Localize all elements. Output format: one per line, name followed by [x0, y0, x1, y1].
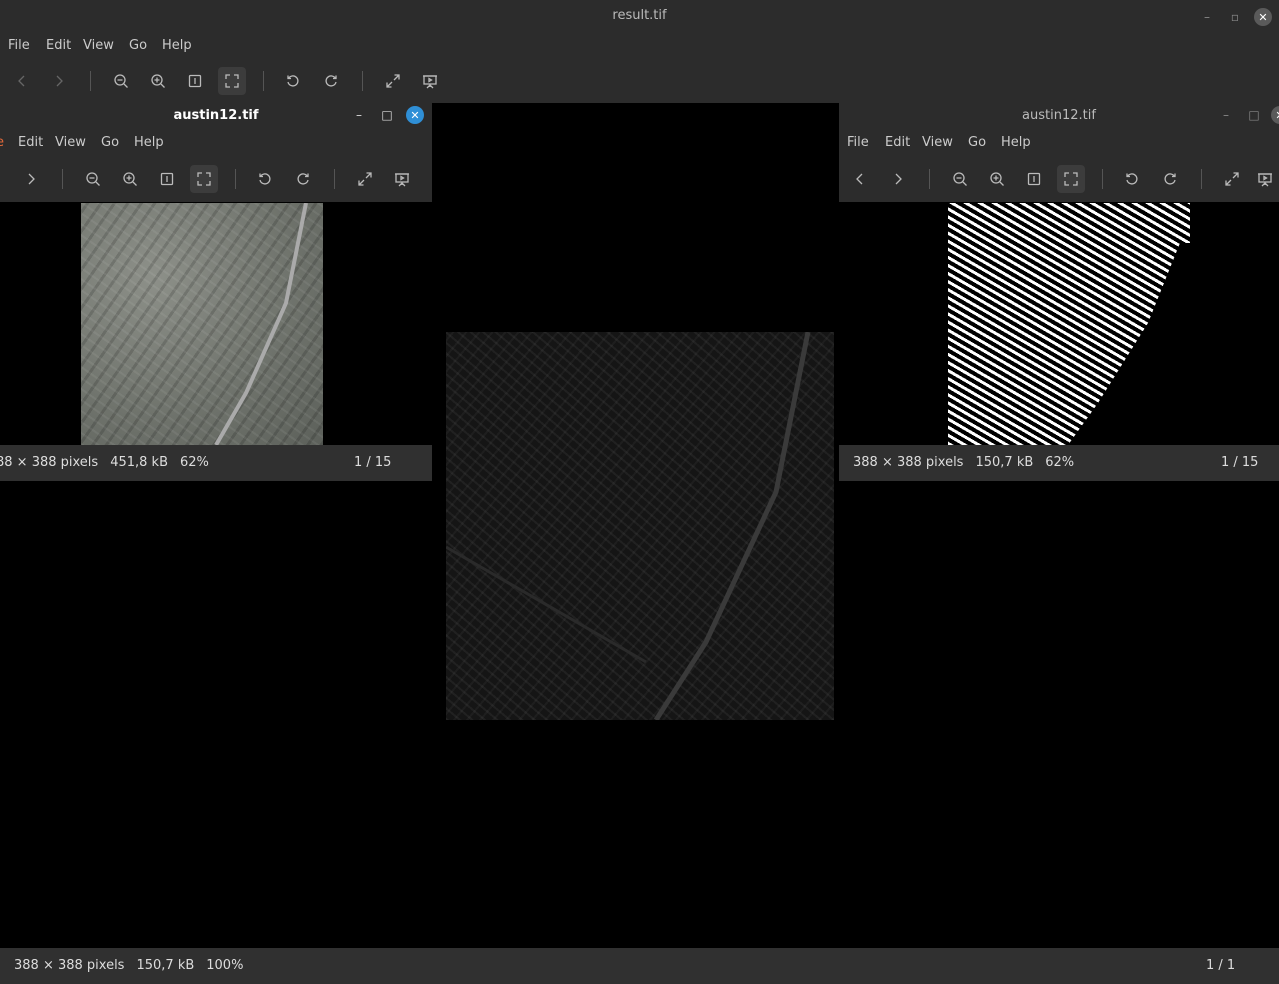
- menu-file-partial[interactable]: e: [0, 135, 4, 150]
- menu-help[interactable]: Help: [162, 38, 192, 53]
- toolbar-divider: [1102, 169, 1103, 189]
- road-line: [446, 332, 811, 720]
- mask-road: [1068, 243, 1190, 445]
- menu-help[interactable]: Help: [1001, 135, 1031, 150]
- menu-go[interactable]: Go: [968, 135, 986, 150]
- status-filesize: 150,7 kB: [975, 455, 1034, 470]
- zoom-out-icon[interactable]: [946, 165, 974, 193]
- best-fit-icon[interactable]: [190, 165, 218, 193]
- status-dimensions: 388 × 388 pixels: [14, 958, 125, 973]
- right-toolbar: [839, 157, 1279, 202]
- main-toolbar: [0, 59, 1279, 103]
- chevron-right-icon[interactable]: [45, 67, 73, 95]
- toolbar-divider: [929, 169, 930, 189]
- right-menubar: File Edit View Go Help: [839, 130, 1279, 157]
- maximize-button[interactable]: □: [1243, 104, 1265, 126]
- menu-go[interactable]: Go: [101, 135, 119, 150]
- toolbar-divider: [235, 169, 236, 189]
- menu-view[interactable]: View: [55, 135, 86, 150]
- status-zoom: 62%: [179, 455, 209, 470]
- restore-button[interactable]: ▫: [1224, 6, 1246, 28]
- menu-view[interactable]: View: [922, 135, 953, 150]
- left-statusbar: 88 × 388 pixels 451,8 kB 62% 1 / 15: [0, 445, 432, 481]
- status-info: 388 × 388 pixels 150,7 kB 62%: [853, 455, 1086, 470]
- menu-file[interactable]: File: [8, 38, 30, 53]
- status-page-counter: 1 / 1: [1206, 958, 1236, 973]
- status-filesize: 150,7 kB: [136, 958, 195, 973]
- rotate-right-icon[interactable]: [289, 165, 317, 193]
- menu-go[interactable]: Go: [129, 38, 147, 53]
- zoom-out-icon[interactable]: [79, 165, 107, 193]
- original-size-icon[interactable]: [153, 165, 181, 193]
- fullscreen-icon[interactable]: [379, 67, 407, 95]
- zoom-in-icon[interactable]: [983, 165, 1011, 193]
- minimize-button[interactable]: –: [348, 104, 370, 126]
- status-dimensions: 88 × 388 pixels: [0, 455, 99, 470]
- fullscreen-icon[interactable]: [351, 165, 379, 193]
- status-info: 388 × 388 pixels 150,7 kB 100%: [14, 958, 255, 973]
- fullscreen-icon[interactable]: [1218, 165, 1246, 193]
- right-viewer-window: austin12.tif – □ ✕ File Edit View Go Hel…: [839, 100, 1279, 481]
- left-titlebar[interactable]: austin12.tif – □ ✕: [0, 100, 432, 130]
- toolbar-divider: [334, 169, 335, 189]
- zoom-in-icon[interactable]: [116, 165, 144, 193]
- right-statusbar: 388 × 388 pixels 150,7 kB 62% 1 / 15: [839, 445, 1279, 481]
- result-image: [446, 332, 834, 720]
- window-title: austin12.tif: [1022, 108, 1096, 123]
- toolbar-divider: [263, 71, 264, 91]
- rotate-left-icon[interactable]: [1118, 165, 1146, 193]
- slideshow-icon[interactable]: [416, 67, 444, 95]
- status-page-counter: 1 / 15: [354, 455, 392, 470]
- rotate-left-icon[interactable]: [251, 165, 279, 193]
- main-titlebar[interactable]: result.tif – ▫ ✕: [0, 0, 1279, 33]
- toolbar-divider: [90, 71, 91, 91]
- minimize-button[interactable]: –: [1215, 104, 1237, 126]
- zoom-out-icon[interactable]: [107, 67, 135, 95]
- chevron-right-icon[interactable]: [17, 165, 45, 193]
- close-button[interactable]: ✕: [406, 106, 424, 124]
- toolbar-divider: [1201, 169, 1202, 189]
- menu-file[interactable]: File: [847, 135, 869, 150]
- road-line: [214, 203, 308, 445]
- toolbar-divider: [362, 71, 363, 91]
- status-zoom: 62%: [1045, 455, 1075, 470]
- minimize-button[interactable]: –: [1196, 6, 1218, 28]
- best-fit-icon[interactable]: [1057, 165, 1085, 193]
- status-dimensions: 388 × 388 pixels: [853, 455, 964, 470]
- left-toolbar: [0, 157, 432, 202]
- status-info: 88 × 388 pixels 451,8 kB 62%: [0, 455, 221, 470]
- slideshow-icon[interactable]: [1251, 165, 1279, 193]
- status-page-counter: 1 / 15: [1221, 455, 1259, 470]
- chevron-right-icon[interactable]: [884, 165, 912, 193]
- close-button[interactable]: ✕: [1254, 8, 1272, 26]
- main-menubar: File Edit View Go Help: [0, 33, 1279, 59]
- aerial-image: [81, 203, 323, 445]
- best-fit-icon[interactable]: [218, 67, 246, 95]
- left-viewer-window: austin12.tif – □ ✕ e Edit View Go Help 8…: [0, 100, 432, 481]
- right-titlebar[interactable]: austin12.tif – □ ✕: [839, 100, 1279, 130]
- rotate-left-icon[interactable]: [279, 67, 307, 95]
- main-statusbar: 388 × 388 pixels 150,7 kB 100% 1 / 1: [0, 948, 1279, 984]
- chevron-left-icon[interactable]: [846, 165, 874, 193]
- chevron-left-icon[interactable]: [8, 67, 36, 95]
- original-size-icon[interactable]: [181, 67, 209, 95]
- maximize-button[interactable]: □: [376, 104, 398, 126]
- original-size-icon[interactable]: [1020, 165, 1048, 193]
- toolbar-divider: [62, 169, 63, 189]
- menu-edit[interactable]: Edit: [885, 135, 910, 150]
- window-title: result.tif: [612, 8, 667, 23]
- menu-help[interactable]: Help: [134, 135, 164, 150]
- menu-view[interactable]: View: [83, 38, 114, 53]
- status-zoom: 100%: [206, 958, 244, 973]
- status-filesize: 451,8 kB: [110, 455, 168, 470]
- menu-edit[interactable]: Edit: [18, 135, 43, 150]
- menu-edit[interactable]: Edit: [46, 38, 71, 53]
- rotate-right-icon[interactable]: [317, 67, 345, 95]
- mask-image: [948, 203, 1190, 445]
- left-menubar: e Edit View Go Help: [0, 130, 432, 157]
- rotate-right-icon[interactable]: [1156, 165, 1184, 193]
- slideshow-icon[interactable]: [388, 165, 416, 193]
- zoom-in-icon[interactable]: [144, 67, 172, 95]
